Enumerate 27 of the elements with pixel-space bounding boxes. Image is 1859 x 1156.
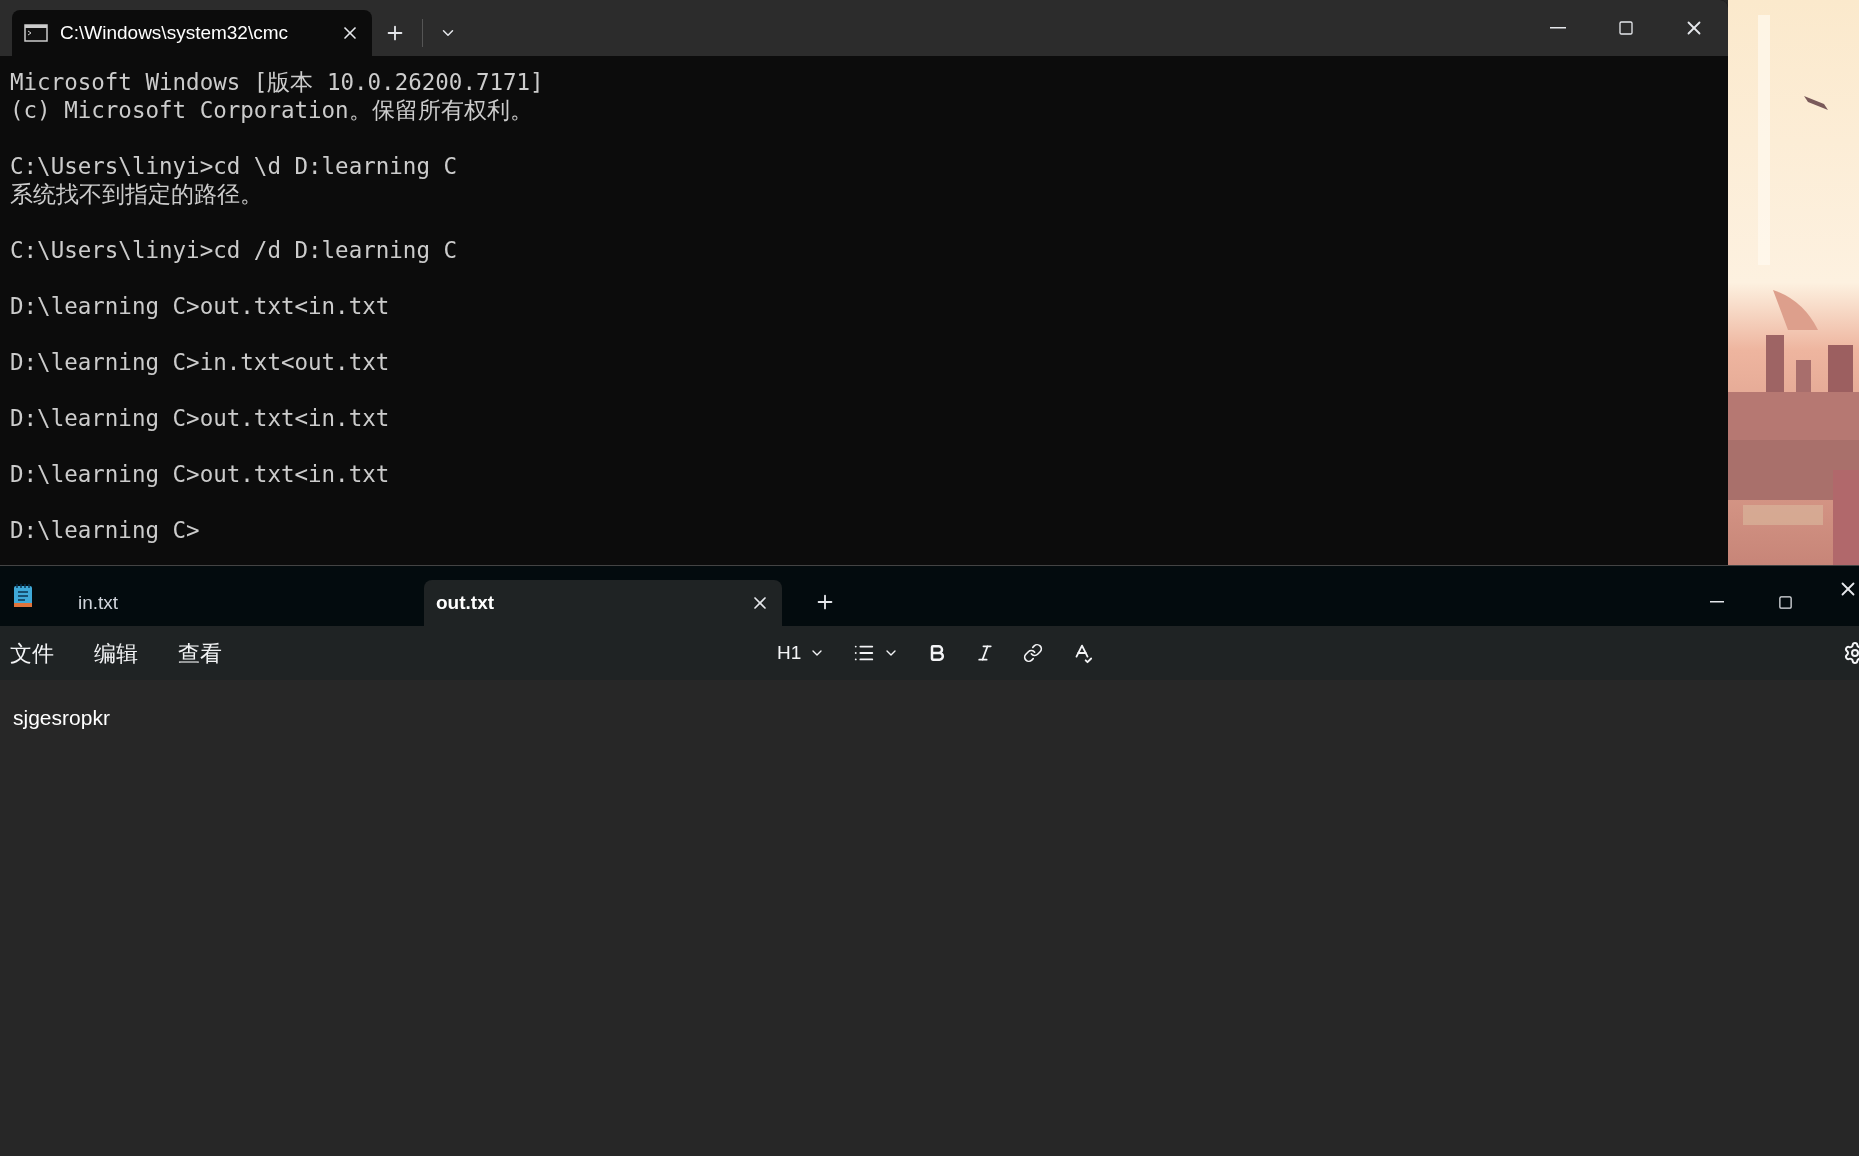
menu-item[interactable]: 查看	[178, 636, 222, 670]
terminal-line: D:\learning C>in.txt<out.txt	[10, 348, 391, 376]
link-icon[interactable]	[1023, 643, 1044, 663]
maximize-icon	[1618, 20, 1634, 36]
tab-title: C:\Windows\system32\cmc	[60, 20, 290, 45]
file-tab[interactable]: in.txt	[66, 580, 424, 626]
terminal-line: D:\learning C>	[10, 516, 201, 544]
minimize-icon	[1710, 601, 1724, 603]
terminal-line: (c) Microsoft Corporation。保留所有权利。	[10, 96, 534, 124]
terminal-line: D:\learning C>out.txt<in.txt	[10, 404, 391, 432]
heading-dropdown[interactable]: H1	[777, 638, 826, 668]
menu-item[interactable]: 文件	[10, 636, 54, 670]
terminal-line: C:\Users\linyi>cd \d D:learning C	[10, 152, 459, 180]
terminal-line: D:\learning C>out.txt<in.txt	[10, 292, 391, 320]
terminal-line: 系统找不到指定的路径。	[10, 180, 264, 208]
document-text: sjgesropkr	[13, 706, 110, 729]
file-tab[interactable]: out.txt	[424, 580, 782, 626]
menu-item[interactable]: 编辑	[94, 636, 138, 670]
terminal-line: Microsoft Windows [版本 10.0.26200.7171]	[10, 68, 545, 96]
terminal-line: C:\Users\linyi>cd /d D:learning C	[10, 236, 459, 264]
heading-label: H1	[777, 640, 802, 665]
notepad-icon	[12, 583, 34, 609]
terminal-line: D:\learning C>out.txt<in.txt	[10, 460, 391, 488]
terminal-icon	[24, 23, 48, 43]
maximize-icon	[1777, 594, 1793, 610]
terminal-tab[interactable]: C:\Windows\system32\cmc	[12, 10, 372, 56]
minimize-icon	[1550, 27, 1566, 29]
